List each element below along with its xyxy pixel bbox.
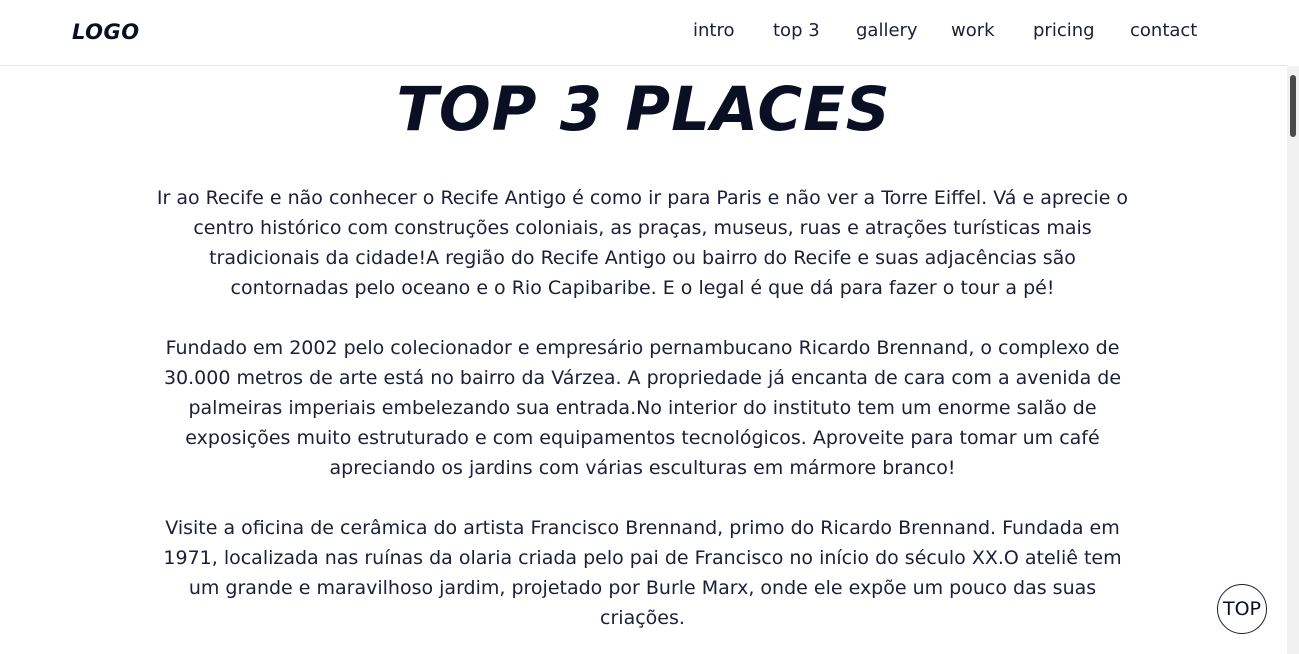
nav-link-intro[interactable]: intro: [693, 20, 734, 41]
nav-link-work[interactable]: work: [951, 20, 995, 41]
vertical-scrollbar[interactable]: [1287, 66, 1299, 654]
page: LOGO intro top 3 gallery work pricing co…: [0, 0, 1299, 654]
nav-link-top-3[interactable]: top 3: [773, 20, 820, 41]
places-section: Ir ao Recife e não conhecer o Recife Ant…: [150, 183, 1135, 654]
page-title: TOP 3 PLACES: [396, 74, 891, 145]
place-paragraph-francisco-brennand: Visite a oficina de cerâmica do artista …: [163, 517, 1122, 629]
scroll-to-top-button[interactable]: TOP: [1217, 584, 1267, 634]
nav-link-gallery[interactable]: gallery: [856, 20, 918, 41]
nav-link-pricing[interactable]: pricing: [1033, 20, 1095, 41]
place-paragraph-ricardo-brennand: Fundado em 2002 pelo colecionador e empr…: [163, 337, 1122, 479]
site-header: LOGO intro top 3 gallery work pricing co…: [0, 0, 1287, 66]
place-paragraph-recife-antigo: Ir ao Recife e não conhecer o Recife Ant…: [156, 187, 1129, 299]
main-nav: intro top 3 gallery work pricing contact: [0, 20, 1287, 46]
scrollbar-thumb[interactable]: [1290, 75, 1296, 137]
nav-link-contact[interactable]: contact: [1130, 20, 1197, 41]
